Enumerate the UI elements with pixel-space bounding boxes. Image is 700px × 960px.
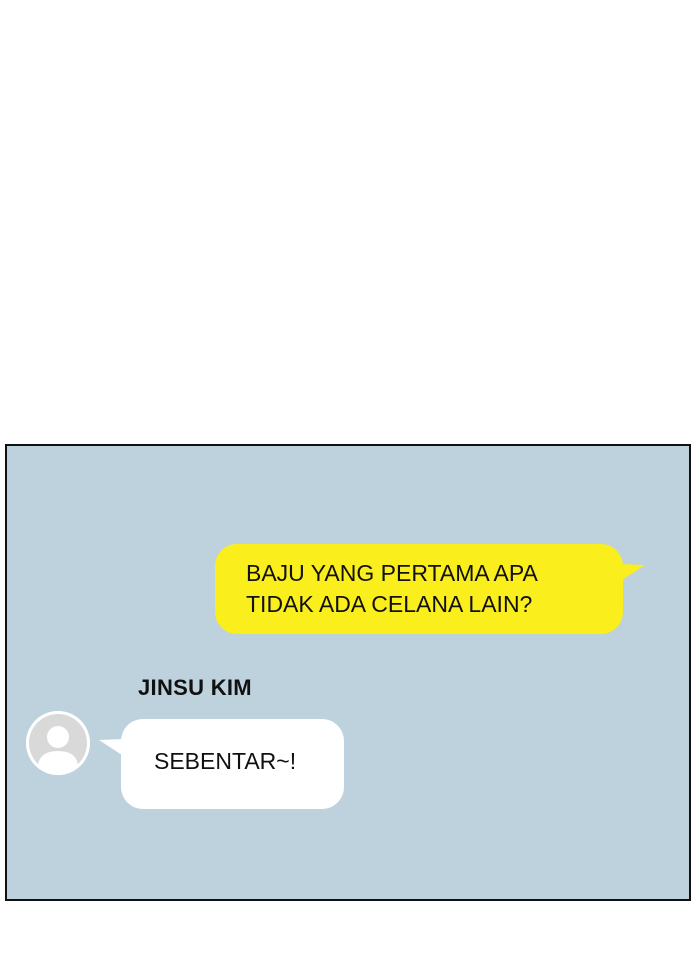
outgoing-message-line-2: TIDAK ADA CELANA LAIN? (246, 591, 533, 617)
default-user-avatar-icon (26, 711, 90, 775)
sender-name: JINSU KIM (138, 675, 252, 700)
outgoing-message-bubble: BAJU YANG PERTAMA APA TIDAK ADA CELANA L… (215, 544, 645, 634)
incoming-bubble-tail (99, 739, 125, 757)
outgoing-message-line-1: BAJU YANG PERTAMA APA (246, 560, 538, 586)
chat-panel: BAJU YANG PERTAMA APA TIDAK ADA CELANA L… (5, 444, 691, 901)
incoming-message-text: SEBENTAR~! (154, 748, 297, 774)
avatar[interactable] (26, 711, 90, 775)
incoming-message-bubble: SEBENTAR~! (99, 719, 344, 809)
outgoing-bubble-tail (619, 564, 645, 582)
